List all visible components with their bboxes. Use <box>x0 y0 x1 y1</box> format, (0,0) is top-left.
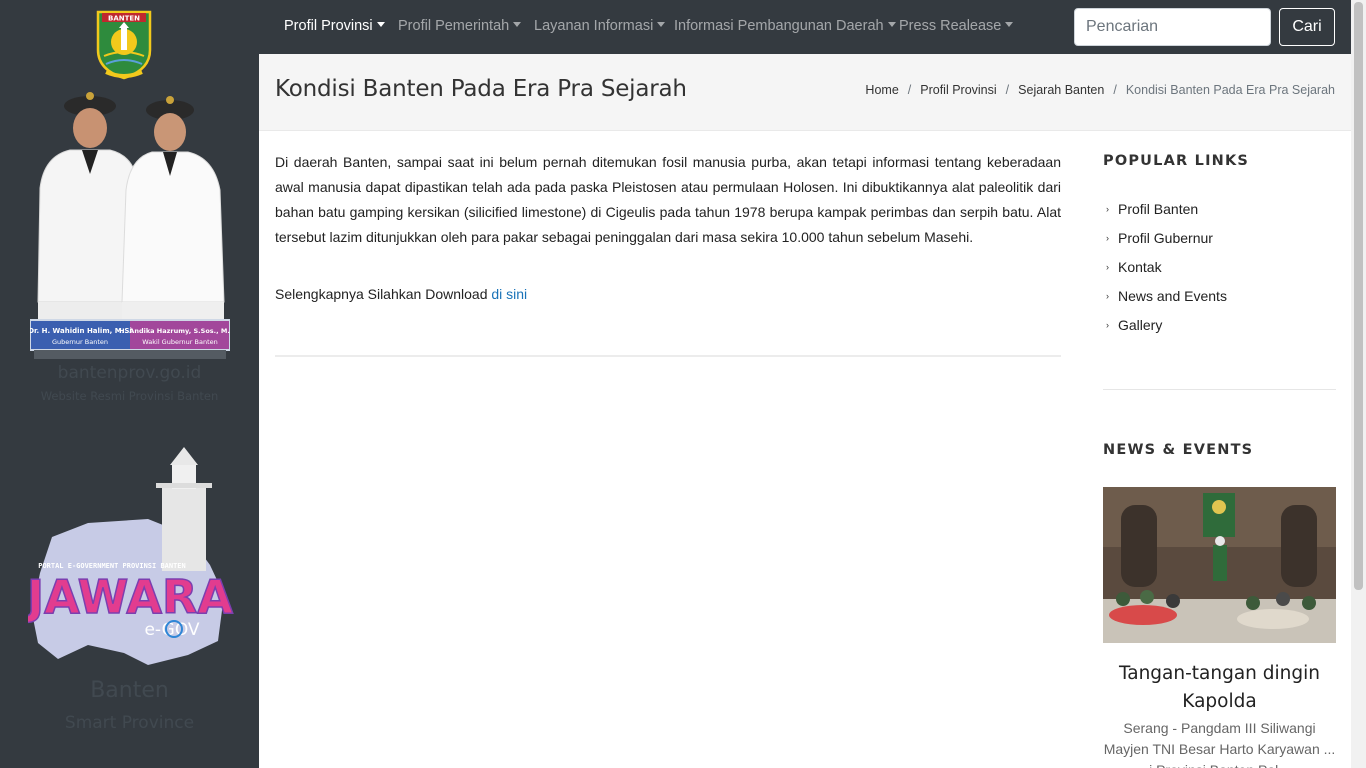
download-line: Selengkapnya Silahkan Download di sini <box>275 282 527 307</box>
news-item-excerpt: Serang - Pangdam III Siliwangi Mayjen TN… <box>1103 720 1336 768</box>
page-header: Kondisi Banten Pada Era Pra Sejarah Home… <box>259 54 1351 131</box>
news-thumbnail[interactable] <box>1103 487 1336 643</box>
article-divider <box>275 355 1061 357</box>
svg-text:Wakil Gubernur Banten: Wakil Gubernur Banten <box>142 338 217 346</box>
top-navbar: Profil Provinsi Profil Pemerintah Layana… <box>259 0 1351 54</box>
chevron-right-icon: › <box>1106 204 1109 214</box>
popular-link-gallery[interactable]: › Gallery <box>1106 313 1227 342</box>
breadcrumb-home[interactable]: Home <box>865 83 898 97</box>
banten-crest-logo[interactable]: BANTEN <box>92 8 156 80</box>
svg-text:Gubernur Banten: Gubernur Banten <box>52 338 108 346</box>
scrollbar-thumb[interactable] <box>1354 2 1363 590</box>
nav-item-profil-pemerintah[interactable]: Profil Pemerintah <box>398 18 522 34</box>
leaders-portrait: Dr. H. Wahidin Halim, M.Si Gubernur Bant… <box>30 92 230 359</box>
popular-links-title: POPULAR LINKS <box>1103 153 1250 169</box>
popular-links-list: › Profil Banten › Profil Gubernur › Kontak … <box>1106 197 1227 342</box>
caret-down-icon <box>887 22 896 27</box>
breadcrumb-current: Kondisi Banten Pada Era Pra Sejarah <box>1125 83 1335 97</box>
caret-down-icon <box>657 22 666 27</box>
news-events-title: NEWS & EVENTS <box>1103 442 1254 458</box>
nav-item-label: Layanan Informasi <box>534 18 654 34</box>
breadcrumb-separator: / <box>1113 83 1117 97</box>
nav-item-label: Informasi Pembangunan Daerah <box>674 18 884 34</box>
breadcrumb-separator: / <box>907 83 912 97</box>
article-body: Di daerah Banten, sampai saat ini belum … <box>275 154 1061 245</box>
svg-text:H. Andika Hazrumy, S.Sos., M.A: H. Andika Hazrumy, S.Sos., M.AP. <box>119 327 230 335</box>
site-domain: bantenprov.go.id <box>57 363 202 383</box>
breadcrumb-sejarah-banten[interactable]: Sejarah Banten <box>1018 83 1104 97</box>
nav-item-press-realease[interactable]: Press Realease <box>899 18 1014 34</box>
chevron-right-icon: › <box>1106 233 1109 243</box>
jawara-egov-logo[interactable]: PORTAL E-GOVERNMENT PROVINSI BANTEN JAWA… <box>28 445 234 671</box>
svg-text:BANTEN: BANTEN <box>108 15 140 23</box>
download-prefix: Selengkapnya Silahkan Download <box>275 286 492 302</box>
svg-text:Dr. H. Wahidin Halim, M.Si: Dr. H. Wahidin Halim, M.Si <box>30 327 132 335</box>
svg-text:PORTAL E-GOVERNMENT PROVINSI B: PORTAL E-GOVERNMENT PROVINSI BANTEN <box>38 562 186 570</box>
page-title: Kondisi Banten Pada Era Pra Sejarah <box>275 76 687 102</box>
search-input[interactable] <box>1074 8 1271 46</box>
chevron-right-icon: › <box>1106 291 1109 301</box>
popular-link-kontak[interactable]: › Kontak <box>1106 255 1227 284</box>
nav-item-label: Press Realease <box>899 18 1002 34</box>
popular-link-label: Profil Banten <box>1118 201 1199 217</box>
popular-link-label: Kontak <box>1118 259 1162 275</box>
search-button[interactable]: Cari <box>1279 8 1335 46</box>
popular-link-profil-gubernur[interactable]: › Profil Gubernur <box>1106 226 1227 255</box>
sidebar: BANTEN Dr. H. Wahidin Halim, M.Si Gubern… <box>0 0 259 768</box>
widget-divider <box>1103 389 1336 390</box>
nav-item-label: Profil Pemerintah <box>398 18 510 34</box>
site-tagline: Website Resmi Provinsi Banten <box>40 389 219 403</box>
caret-down-icon <box>376 22 385 27</box>
brand-subtitle: Smart Province <box>64 713 195 733</box>
breadcrumb-profil-provinsi[interactable]: Profil Provinsi <box>920 83 996 97</box>
popular-link-profil-banten[interactable]: › Profil Banten <box>1106 197 1227 226</box>
nav-item-layanan-informasi[interactable]: Layanan Informasi <box>534 18 666 34</box>
svg-text:JAWARA: JAWARA <box>28 570 233 624</box>
popular-link-news-and-events[interactable]: › News and Events <box>1106 284 1227 313</box>
caret-down-icon <box>513 22 522 27</box>
breadcrumb-separator: / <box>1005 83 1010 97</box>
popular-link-label: Gallery <box>1118 317 1163 333</box>
breadcrumb: Home / Profil Provinsi / Sejarah Banten / Kond… <box>865 83 1335 97</box>
brand-title: Banten <box>90 678 169 703</box>
news-item-title[interactable]: Tangan-tangan dingin Kapolda <box>1103 660 1336 716</box>
nav-item-informasi-pembangunan-daerah[interactable]: Informasi Pembangunan Daerah <box>674 18 896 34</box>
chevron-right-icon: › <box>1106 320 1109 330</box>
popular-link-label: News and Events <box>1118 288 1227 304</box>
nav-item-label: Profil Provinsi <box>284 18 373 34</box>
nav-item-profil-provinsi[interactable]: Profil Provinsi <box>284 18 385 34</box>
popular-link-label: Profil Gubernur <box>1118 230 1213 246</box>
chevron-right-icon: › <box>1106 262 1109 272</box>
download-link[interactable]: di sini <box>491 286 527 302</box>
caret-down-icon <box>1005 22 1014 27</box>
page-scrollbar[interactable] <box>1351 0 1366 768</box>
